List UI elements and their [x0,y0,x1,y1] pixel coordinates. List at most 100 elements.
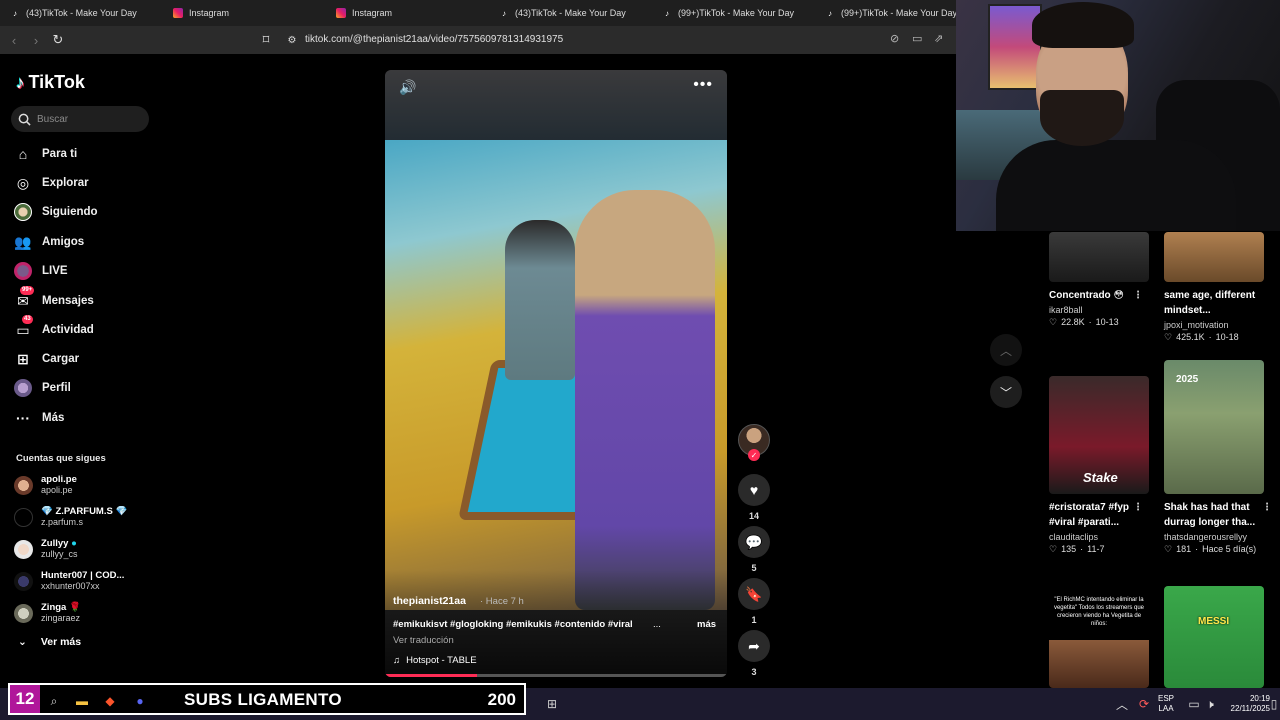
notifications-icon[interactable]: ▯ [1266,696,1280,712]
like-button[interactable]: ♥ [738,474,770,506]
thumbnail-text: "El RichMC intentando eliminar la vegeti… [1053,597,1145,627]
following-account[interactable]: Hunter007 | COD... xxhunter007xx [14,567,124,595]
brave-browser-icon[interactable]: ◆ [102,693,118,709]
webcam-beard [1040,90,1124,146]
activity-icon: ▭ 43 [16,315,33,338]
share-button[interactable]: ➦ [738,630,770,662]
tiktok-logo[interactable]: ♪ TikTok [16,72,85,93]
following-account[interactable]: Zullyy ● zullyy_cs [14,535,78,563]
bookmark-icon[interactable]: ⌑ [256,30,276,50]
nav-mas[interactable]: ··· Más [14,407,64,429]
next-video-button[interactable]: ﹀ [990,376,1022,408]
browser-tab[interactable]: ♪ (43)TikTok - Make Your Day [0,0,163,26]
instagram-icon [173,8,183,18]
music-link[interactable]: ♫ Hotspot - TABLE [393,655,477,666]
save-count: 1 [751,615,757,625]
nav-mensajes[interactable]: ✉ 99+ Mensajes [14,286,94,312]
avatar [14,539,33,559]
reload-icon[interactable]: ↻ [48,30,68,50]
heart-icon: ♡ [1049,317,1058,327]
chevron-up-icon: ︿ [999,343,1012,358]
following-account[interactable]: Zinga 🌹 zingaraez [14,599,81,627]
video-progress-bar[interactable] [385,674,727,677]
feed-thumbnail: MESSI [1164,586,1264,688]
nav-live[interactable]: LIVE [14,260,68,282]
video-author[interactable]: thepianist21aa [393,595,466,607]
language-indicator[interactable]: ESP LAA [1158,694,1174,714]
comment-button[interactable]: 💬 [738,526,770,558]
feed-card[interactable]: Stake #cristorata7 #fyp #viral #parati..… [1049,376,1149,555]
search-input[interactable]: Buscar [11,106,149,132]
cast-icon[interactable]: ▭ [912,32,922,45]
sync-icon[interactable]: ⟳ [1136,696,1152,712]
music-note-icon: ♫ [393,655,401,666]
subs-goal: 200 [487,690,516,709]
display-icon[interactable]: ▭ [1186,696,1202,712]
tray-chevron-icon[interactable]: ︿ [1114,696,1130,712]
nav-cargar[interactable]: ⊞ Cargar [14,348,79,370]
back-icon[interactable]: ‹ [4,30,24,50]
nav-explorar[interactable]: ◎ Explorar [14,172,89,194]
avatar [14,571,33,591]
video-caption[interactable]: #emikukisvt #glogloking #emikukis #conte… [393,619,633,630]
previous-video-button[interactable]: ︿ [990,334,1022,366]
video-player[interactable]: 🔊 ••• thepianist21aa · Hace 7 h #emikuki… [385,70,727,677]
clock[interactable]: 20:19 22/11/2025 [1226,694,1270,714]
browser-tab[interactable]: ♪ (99+)TikTok - Make Your Day [652,0,815,26]
feed-card[interactable]: 2025 Shak has had that durrag longer tha… [1164,360,1272,555]
feed-card[interactable]: Concentrado 😳 ⋮ ikar8ball ♡ 22.8K · 10-13 [1049,232,1149,328]
activity-badge: 43 [22,315,33,324]
card-menu-icon[interactable]: ⋮ [1262,500,1272,515]
feed-card[interactable]: "El RichMC intentando eliminar la vegeti… [1049,586,1149,688]
nav-amigos[interactable]: 👥 Amigos [14,231,84,253]
search-icon[interactable]: ⌕ [46,693,62,709]
browser-tab[interactable]: ♪ (99+)TikTok - Make Your Day [815,0,978,26]
reader-mode-icon[interactable]: ⊘ [890,32,899,45]
following-account[interactable]: 💎 Z.PARFUM.S 💎 z.parfum.s [14,503,127,531]
chevron-down-icon: ⌄ [18,636,27,648]
share-icon[interactable]: ⇗ [934,32,943,45]
card-menu-icon[interactable]: ⋮ [1133,288,1143,303]
feed-card[interactable]: MESSI [1164,586,1264,688]
save-button[interactable]: 🔖 [738,578,770,610]
feed-thumbnail: "El RichMC intentando eliminar la vegeti… [1049,586,1149,688]
webcam-overlay [956,0,1280,231]
follow-plus-icon[interactable]: ✓ [748,449,760,461]
compass-icon: ◎ [16,174,30,191]
file-explorer-icon[interactable]: ▬ [74,693,90,709]
video-progress-fill [385,674,478,677]
thumbnail-text: 2025 [1176,374,1199,385]
video-person [505,220,575,380]
see-more-button[interactable]: ⌄ Ver más [18,636,81,648]
tiktok-logo-icon: ♪ [16,72,25,92]
tiktok-icon: ♪ [502,8,506,18]
card-menu-icon[interactable]: ⋮ [1133,500,1143,515]
translate-link[interactable]: Ver traducción [393,635,454,646]
browser-tab[interactable]: Instagram [326,0,489,26]
comment-icon: 💬 [745,533,763,550]
feed-card[interactable]: same age, different mindset... jpoxi_mot… [1164,232,1264,343]
caption-more-button[interactable]: más [697,619,716,630]
start-icon[interactable]: ⊞ [544,696,560,712]
share-count: 3 [751,667,757,677]
url-field[interactable]: tiktok.com/@thepianist21aa/video/7575609… [305,34,563,45]
site-settings-icon[interactable]: ⚙ [282,30,302,50]
speaker-icon[interactable]: 🕨 [1202,696,1218,712]
comment-count: 5 [751,563,757,573]
browser-tab[interactable]: Instagram [163,0,326,26]
verified-icon: ● [71,538,77,549]
browser-tab[interactable]: ♪ (43)TikTok - Make Your Day [489,0,652,26]
discord-icon[interactable]: ● [132,693,148,709]
more-options-icon[interactable]: ••• [693,76,713,94]
avatar [14,603,33,623]
heart-icon: ♡ [1049,544,1058,554]
volume-icon[interactable]: 🔊 [399,79,416,96]
heart-icon: ♥ [749,482,759,498]
forward-icon[interactable]: › [26,30,46,50]
nav-siguiendo[interactable]: Siguiendo [14,201,98,223]
chevron-down-icon: ﹀ [999,385,1012,400]
following-account[interactable]: apoli.pe apoli.pe [14,471,77,499]
nav-actividad[interactable]: ▭ 43 Actividad [14,315,94,341]
nav-perfil[interactable]: Perfil [14,377,71,399]
nav-para-ti[interactable]: ⌂ Para ti [14,143,77,165]
